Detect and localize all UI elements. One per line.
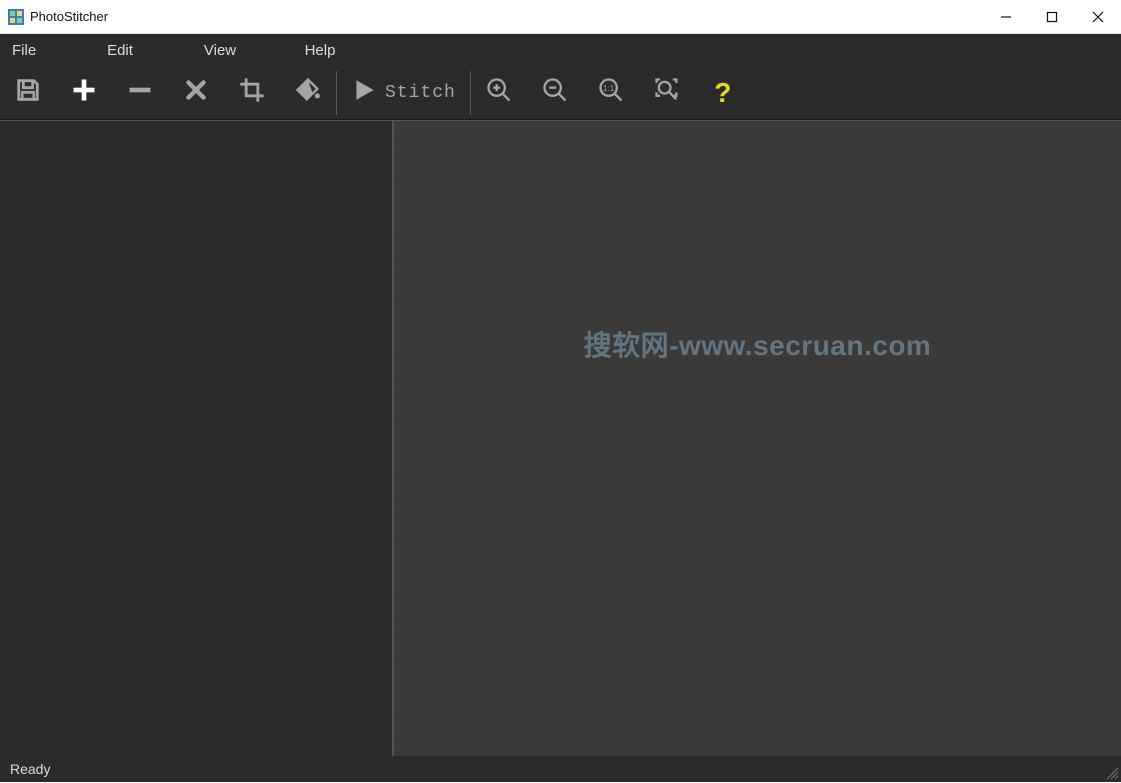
minimize-button[interactable]: [983, 0, 1029, 34]
zoom-out-button[interactable]: [527, 66, 583, 120]
svg-text:1:1: 1:1: [603, 84, 615, 93]
thumbnail-panel[interactable]: [0, 120, 394, 756]
menu-edit[interactable]: Edit: [70, 34, 170, 66]
canvas-panel[interactable]: 搜软网-www.secruan.com: [394, 120, 1121, 756]
status-bar: Ready: [0, 756, 1121, 782]
app-icon: [8, 9, 24, 25]
watermark-text: 搜软网-www.secruan.com: [584, 324, 932, 364]
remove-button[interactable]: [112, 66, 168, 120]
bucket-icon: [294, 76, 322, 109]
zoom-in-icon: [485, 76, 513, 109]
minus-icon: [126, 76, 154, 109]
close-button[interactable]: [1075, 0, 1121, 34]
zoom-in-button[interactable]: [471, 66, 527, 120]
title-bar: PhotoStitcher: [0, 0, 1121, 34]
save-button[interactable]: [0, 66, 56, 120]
crop-icon: [238, 76, 266, 109]
zoom-fit-icon: [653, 76, 681, 109]
maximize-button[interactable]: [1029, 0, 1075, 34]
help-button[interactable]: ?: [695, 66, 751, 120]
zoom-fit-button[interactable]: [639, 66, 695, 120]
crop-button[interactable]: [224, 66, 280, 120]
plus-icon: [70, 76, 98, 109]
zoom-actual-button[interactable]: 1:1: [583, 66, 639, 120]
toolbar: Stitch 1:1: [0, 66, 1121, 120]
menu-view[interactable]: View: [170, 34, 270, 66]
zoom-1to1-icon: 1:1: [597, 76, 625, 109]
play-icon: [351, 77, 377, 108]
clear-button[interactable]: [168, 66, 224, 120]
stitch-label: Stitch: [385, 83, 456, 103]
window-title: PhotoStitcher: [30, 9, 108, 24]
work-area: 搜软网-www.secruan.com: [0, 120, 1121, 756]
stitch-button[interactable]: Stitch: [337, 66, 470, 120]
x-icon: [183, 77, 209, 108]
help-icon: ?: [714, 77, 731, 109]
add-button[interactable]: [56, 66, 112, 120]
menu-help[interactable]: Help: [270, 34, 370, 66]
fill-button[interactable]: [280, 66, 336, 120]
status-text: Ready: [10, 761, 50, 777]
resize-grip[interactable]: [1105, 766, 1119, 780]
menu-file[interactable]: File: [0, 34, 70, 66]
zoom-out-icon: [541, 76, 569, 109]
save-icon: [14, 76, 42, 109]
menu-bar: File Edit View Help: [0, 34, 1121, 66]
